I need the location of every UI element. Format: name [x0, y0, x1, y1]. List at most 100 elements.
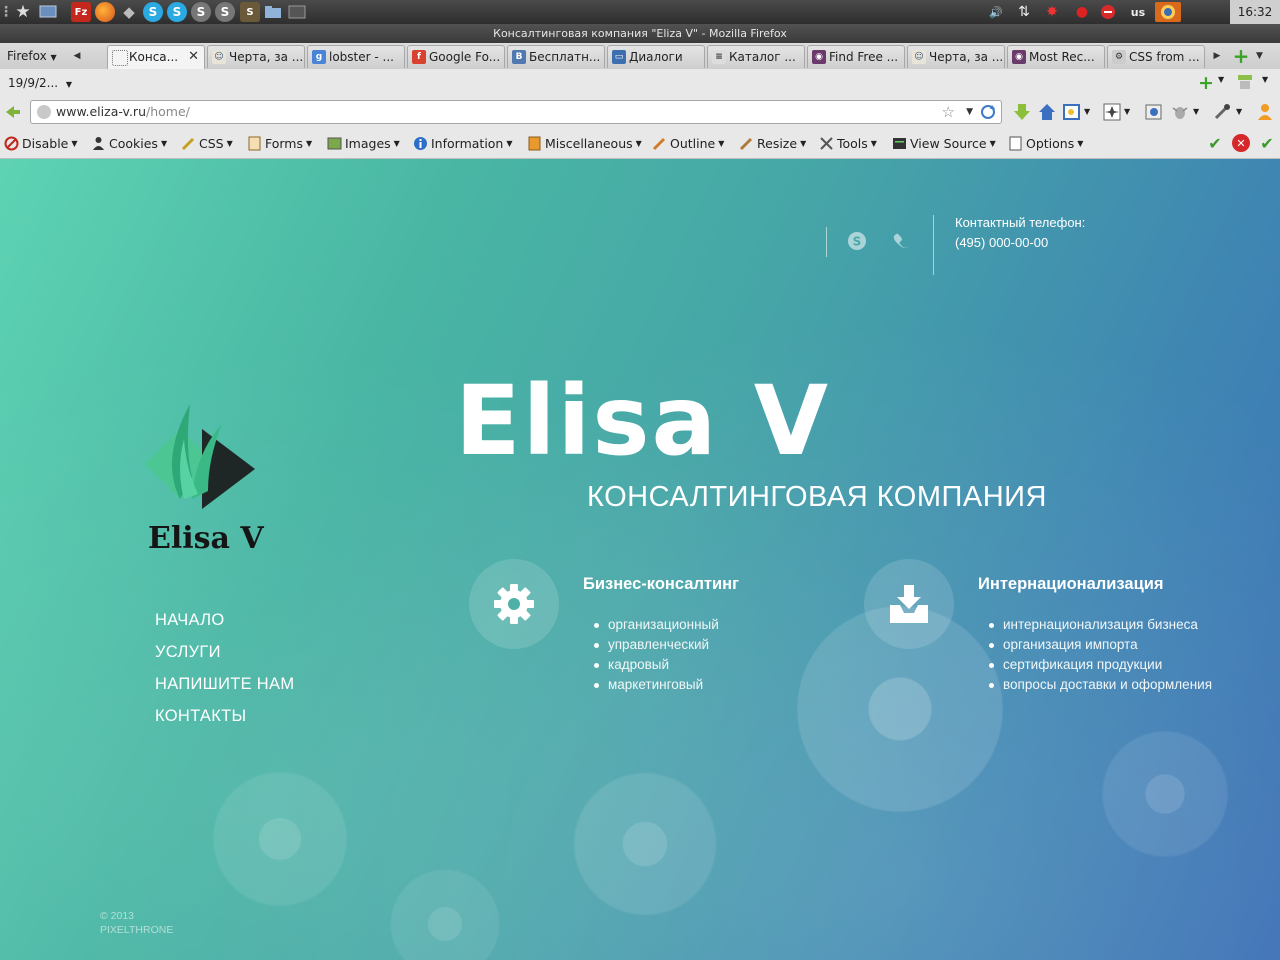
steam-icon[interactable]: S	[191, 2, 211, 22]
bookmarks-menu-icon[interactable]	[1062, 102, 1082, 122]
network-icon[interactable]: ⇅	[1014, 2, 1034, 22]
tab[interactable]: ☺ Черта, за ...	[207, 45, 305, 68]
firefox-tray-icon[interactable]	[1155, 2, 1181, 22]
wd-tools-menu[interactable]: Tools ▼	[819, 132, 877, 154]
tab-list-icon[interactable]: ▼	[1256, 46, 1270, 66]
add-bookmark-button[interactable]: +	[1196, 73, 1216, 93]
tab-label: Каталог ...	[729, 50, 796, 64]
nav-link-contacts[interactable]: КОНТАКТЫ	[155, 703, 294, 735]
addon-puzzle-icon[interactable]	[1102, 102, 1122, 122]
star-icon[interactable]: ★	[13, 2, 33, 22]
reload-icon[interactable]	[979, 103, 997, 121]
logo-mark-icon[interactable]	[140, 399, 260, 519]
wd-options-menu[interactable]: Options ▼	[1008, 132, 1083, 154]
download-arrow-icon[interactable]	[1012, 102, 1032, 122]
volume-icon[interactable]: 🔊	[986, 2, 1006, 22]
wd-images-menu[interactable]: Images ▼	[327, 132, 400, 154]
filezilla-icon[interactable]: Fz	[71, 2, 91, 22]
wd-disable-menu[interactable]: Disable ▼	[4, 132, 78, 154]
wine-icon[interactable]: ◆	[119, 2, 139, 22]
chevron-down-icon[interactable]: ▼	[1084, 107, 1090, 116]
history-dropdown-icon[interactable]: ▼	[966, 101, 973, 123]
eyedropper-icon[interactable]	[1212, 102, 1232, 122]
panel-handle[interactable]: ⋮	[0, 2, 13, 22]
clock[interactable]: 16:32	[1230, 0, 1280, 24]
tab[interactable]: ☺ Черта, за ...	[907, 45, 1005, 68]
update-icon[interactable]	[1098, 2, 1118, 22]
skype-icon[interactable]: S	[846, 230, 868, 252]
tab-scroll-left-icon[interactable]: ◀	[70, 46, 84, 66]
user-icon[interactable]	[1255, 102, 1275, 122]
globe-icon	[37, 105, 51, 119]
files-icon[interactable]	[263, 2, 283, 22]
tab[interactable]: ▭ Диалоги	[607, 45, 705, 68]
chevron-down-icon: ▼	[506, 138, 513, 148]
wd-miscellaneous-menu[interactable]: Miscellaneous ▼	[527, 132, 642, 154]
chevron-down-icon: ▼	[800, 138, 807, 148]
nav-link-services[interactable]: УСЛУГИ	[155, 639, 294, 671]
back-arrow-icon[interactable]	[4, 103, 22, 121]
desktop-icon[interactable]	[38, 2, 58, 22]
google-icon: g	[312, 50, 326, 64]
svg-text:S: S	[853, 235, 862, 249]
skype-icon[interactable]: S	[167, 2, 187, 22]
chevron-down-icon[interactable]: ▼	[1236, 107, 1242, 116]
tab[interactable]: f Google Fo...	[407, 45, 505, 68]
nav-link-home[interactable]: НАЧАЛО	[155, 607, 294, 639]
miscellaneous-icon	[527, 136, 542, 151]
wd-outline-menu[interactable]: Outline ▼	[652, 132, 724, 154]
site-navigation: НАЧАЛО УСЛУГИ НАПИШИТЕ НАМ КОНТАКТЫ	[155, 607, 294, 735]
session-manager-icon[interactable]	[1236, 73, 1258, 93]
tab[interactable]: ⚙ CSS from ...	[1107, 45, 1205, 68]
firefox-menu-button[interactable]: Firefox ▼	[2, 46, 62, 66]
wd-information-menu[interactable]: Information ▼	[413, 132, 513, 154]
keyboard-layout[interactable]: us	[1126, 2, 1150, 22]
web-developer-toolbar: Disable ▼ Cookies ▼ CSS ▼ Forms ▼ Images ▼ In…	[0, 128, 1280, 159]
tab[interactable]: B Бесплатн...	[507, 45, 605, 68]
sublime-icon[interactable]: S	[240, 2, 260, 22]
phone-icon[interactable]	[890, 229, 912, 251]
wd-forms-menu[interactable]: Forms ▼	[247, 132, 312, 154]
chevron-down-icon[interactable]: ▼	[1124, 107, 1130, 116]
tab-scroll-right-icon[interactable]: ▶	[1210, 46, 1224, 66]
steam-icon[interactable]: S	[215, 2, 235, 22]
js-error-icon[interactable]: ✕	[1232, 134, 1250, 152]
alert-icon[interactable]: ✸	[1042, 2, 1062, 22]
tab[interactable]: ≡ Каталог ...	[707, 45, 805, 68]
html-valid-check-icon[interactable]: ✔	[1258, 134, 1276, 153]
firefox-icon[interactable]	[95, 2, 115, 22]
wd-view-source-menu[interactable]: View Source ▼	[892, 132, 996, 154]
url-bar[interactable]: www.eliza-v.ru/home/ ☆ ▼	[30, 100, 1002, 124]
chevron-down-icon[interactable]: ▼	[1262, 75, 1268, 84]
url-text[interactable]: www.eliza-v.ru/home/	[56, 101, 190, 123]
gear-icon	[491, 581, 537, 627]
footer-credit[interactable]: PIXELTHRONE	[100, 923, 173, 937]
css-valid-check-icon[interactable]: ✔	[1206, 134, 1224, 153]
tab-label: Конса...	[129, 50, 179, 64]
close-icon[interactable]: ✕	[188, 46, 199, 68]
tab[interactable]: ◉ Most Rec...	[1007, 45, 1105, 68]
chevron-down-icon: ▼	[393, 138, 400, 148]
skype-icon[interactable]: S	[143, 2, 163, 22]
tab[interactable]: g lobster - ...	[307, 45, 405, 68]
contact-phone[interactable]: (495) 000-00-00	[955, 235, 1048, 250]
terminal-icon[interactable]	[287, 2, 307, 22]
wd-css-menu[interactable]: CSS ▼	[181, 132, 233, 154]
firebug-icon[interactable]	[1170, 102, 1190, 122]
tab-active[interactable]: Конса... ✕	[107, 45, 205, 69]
new-tab-button[interactable]: +	[1230, 45, 1252, 67]
logo-text[interactable]: Elisa V	[148, 521, 264, 556]
home-icon[interactable]	[1037, 102, 1057, 122]
session-button[interactable]: 19/9/2... ▼	[8, 73, 72, 93]
chevron-down-icon[interactable]: ▼	[1193, 107, 1199, 116]
list-icon: ≡	[712, 50, 726, 64]
screenshot-icon[interactable]	[1144, 102, 1164, 122]
nav-link-write-us[interactable]: НАПИШИТЕ НАМ	[155, 671, 294, 703]
wd-resize-menu[interactable]: Resize ▼	[739, 132, 806, 154]
chevron-down-icon[interactable]: ▼	[1218, 75, 1224, 84]
tab[interactable]: ◉ Find Free ...	[807, 45, 905, 68]
bookmark-star-icon[interactable]: ☆	[942, 102, 955, 122]
cherry-icon[interactable]: ●	[1072, 2, 1092, 22]
wd-cookies-menu[interactable]: Cookies ▼	[91, 132, 167, 154]
session-label: 19/9/2...	[8, 76, 59, 90]
